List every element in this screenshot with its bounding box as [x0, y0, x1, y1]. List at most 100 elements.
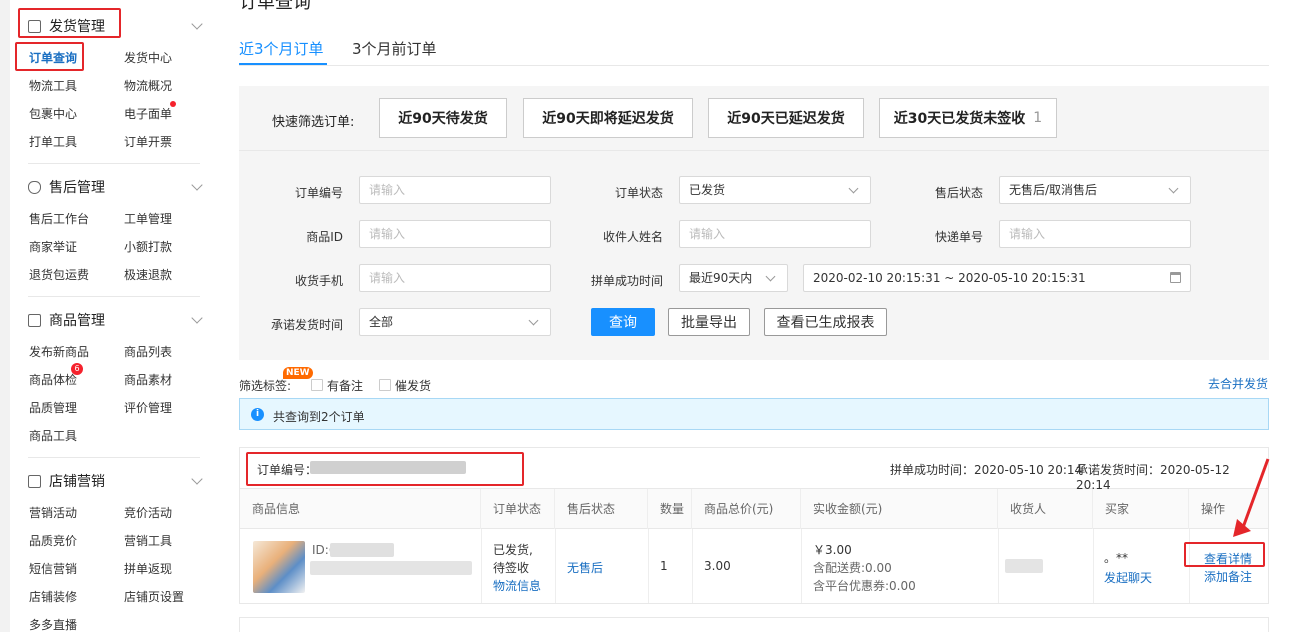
sidebar-item-goods-tools[interactable]: 商品工具 — [29, 427, 77, 444]
sidebar-item-invoice[interactable]: 订单开票 — [124, 133, 172, 150]
quick-filter-about-to-delay[interactable]: 近90天即将延迟发货 — [523, 98, 693, 138]
section-aftersale-header[interactable]: 售后管理 — [28, 175, 105, 199]
sidebar-item-small-payment[interactable]: 小额打款 — [124, 238, 172, 255]
redacted-goods-name — [310, 561, 472, 575]
product-thumbnail[interactable] — [253, 541, 305, 593]
order-status-select[interactable]: 已发货 — [679, 176, 871, 204]
receiver-name-label: 收件人姓名 — [602, 230, 663, 244]
urge-shipment-checkbox[interactable] — [379, 379, 391, 391]
result-count-text: 共查询到2个订单 — [273, 410, 365, 424]
sidebar-item-bidding-activities[interactable]: 竞价活动 — [124, 504, 172, 521]
sidebar-item-live-stream[interactable]: 多多直播 — [29, 616, 77, 632]
section-goods-header[interactable]: 商品管理 — [28, 308, 105, 332]
col-order-status: 订单状态 — [481, 489, 555, 529]
sidebar-item-marketing-activities[interactable]: 营销活动 — [29, 504, 77, 521]
tab-older-than-3-months[interactable]: 3个月前订单 — [352, 38, 437, 59]
shield-icon — [28, 180, 41, 194]
batch-export-button[interactable]: 批量导出 — [668, 308, 750, 336]
sidebar-item-publish-goods[interactable]: 发布新商品 — [29, 343, 89, 360]
urge-shipment-label[interactable]: 催发货 — [395, 377, 431, 394]
query-button[interactable]: 查询 — [591, 308, 655, 336]
merge-shipment-link[interactable]: 去合并发货 — [1208, 375, 1268, 392]
filter-tags-label: 筛选标签: — [239, 379, 292, 393]
total-price-value: 3.00 — [704, 559, 731, 573]
chevron-down-icon[interactable] — [191, 18, 203, 30]
quick-filter-pending-shipment[interactable]: 近90天待发货 — [379, 98, 507, 138]
col-after-sale-status: 售后状态 — [555, 489, 648, 529]
order-status-line1: 已发货, — [493, 543, 533, 557]
sidebar-item-logistics-tools[interactable]: 物流工具 — [29, 77, 77, 94]
sidebar-item-quality-bidding[interactable]: 品质竞价 — [29, 532, 77, 549]
sidebar-item-quality-management[interactable]: 品质管理 — [29, 399, 77, 416]
start-chat-link[interactable]: 发起聊天 — [1104, 569, 1152, 586]
sidebar-item-goods-material[interactable]: 商品素材 — [124, 371, 172, 388]
sidebar-item-store-page-settings[interactable]: 店铺页设置 — [124, 588, 184, 605]
coupon-value: 含平台优惠券:0.00 — [813, 579, 916, 593]
has-note-checkbox[interactable] — [311, 379, 323, 391]
goods-id-input[interactable]: 请输入 — [359, 220, 551, 248]
annotation-box — [18, 8, 121, 38]
phone-input[interactable]: 请输入 — [359, 264, 551, 292]
view-reports-button[interactable]: 查看已生成报表 — [764, 308, 887, 336]
sidebar-item-fast-refund[interactable]: 极速退款 — [124, 266, 172, 283]
count-badge: 6 — [71, 363, 83, 375]
new-badge: NEW — [283, 367, 313, 379]
order-no-input[interactable]: 请输入 — [359, 176, 551, 204]
sidebar-item-aftersale-desk[interactable]: 售后工作台 — [29, 210, 89, 227]
sidebar-item-merchant-evidence[interactable]: 商家举证 — [29, 238, 77, 255]
panel-divider — [239, 150, 1269, 151]
annotation-box — [15, 42, 84, 71]
main-content: 订单查询 近3个月订单 3个月前订单 快速筛选订单: 近90天待发货 近90天即… — [219, 0, 1299, 632]
divider — [28, 163, 200, 164]
after-sale-status-label: 售后状态 — [934, 186, 983, 200]
sidebar-item-e-waybill[interactable]: 电子面单 — [124, 105, 172, 122]
after-sale-status-link[interactable]: 无售后 — [567, 559, 603, 576]
col-paid-amount: 实收金额(元) — [801, 489, 998, 529]
sidebar-item-review-management[interactable]: 评价管理 — [124, 399, 172, 416]
sidebar-item-print-tools[interactable]: 打单工具 — [29, 133, 77, 150]
sidebar-item-package-center[interactable]: 包裹中心 — [29, 105, 77, 122]
promise-time-select[interactable]: 全部 — [359, 308, 551, 336]
sidebar-item-group-cashback[interactable]: 拼单返现 — [124, 560, 172, 577]
divider — [28, 296, 200, 297]
sidebar-item-return-freight[interactable]: 退货包运费 — [29, 266, 89, 283]
sidebar-item-sms-marketing[interactable]: 短信营销 — [29, 560, 77, 577]
table-row: ID:6 已发货, 待签收 物流信息 无售后 1 3.00 ￥3.00 含配送费… — [240, 529, 1268, 603]
sidebar-item-goods-check[interactable]: 商品体检 — [29, 371, 77, 388]
tab-recent-3-months[interactable]: 近3个月订单 — [239, 38, 324, 59]
order-no-label: 订单编号 — [294, 186, 343, 200]
goods-id-label: 商品ID — [306, 230, 343, 244]
shipping-fee-value: 含配送费:0.00 — [813, 561, 892, 575]
after-sale-status-select[interactable]: 无售后/取消售后 — [999, 176, 1191, 204]
sidebar-item-marketing-tools[interactable]: 营销工具 — [124, 532, 172, 549]
redacted-receiver — [1005, 559, 1043, 573]
chevron-down-icon[interactable] — [191, 179, 203, 191]
date-range-picker[interactable]: 2020-02-10 20:15:31 ~ 2020-05-10 20:15:3… — [803, 264, 1191, 292]
page-title: 订单查询 — [239, 0, 311, 13]
logistics-info-link[interactable]: 物流信息 — [493, 577, 541, 594]
sidebar-item-goods-list[interactable]: 商品列表 — [124, 343, 172, 360]
express-no-input[interactable]: 请输入 — [999, 220, 1191, 248]
annotation-box — [1184, 542, 1265, 567]
next-order-card — [239, 617, 1269, 632]
chevron-down-icon[interactable] — [191, 312, 203, 324]
col-buyer: 买家 — [1093, 489, 1189, 529]
tab-divider — [239, 65, 1269, 66]
quick-filter-shipped-unsigned[interactable]: 近30天已发货未签收 1 — [879, 98, 1057, 138]
calendar-icon[interactable] — [1170, 272, 1181, 283]
quick-filter-delayed[interactable]: 近90天已延迟发货 — [708, 98, 864, 138]
has-note-label[interactable]: 有备注 — [327, 377, 363, 394]
sidebar-item-ticket-management[interactable]: 工单管理 — [124, 210, 172, 227]
sidebar-item-shipping-center[interactable]: 发货中心 — [124, 49, 172, 66]
section-marketing-header[interactable]: 店铺营销 — [28, 469, 105, 493]
add-note-link[interactable]: 添加备注 — [1204, 568, 1252, 585]
info-icon: i — [251, 408, 264, 421]
receiver-name-input[interactable]: 请输入 — [679, 220, 871, 248]
sidebar-item-store-decoration[interactable]: 店铺装修 — [29, 588, 77, 605]
store-icon — [28, 474, 41, 488]
result-info-bar: i 共查询到2个订单 — [239, 398, 1269, 430]
sidebar-item-logistics-overview[interactable]: 物流概况 — [124, 77, 172, 94]
phone-label: 收货手机 — [294, 274, 343, 288]
chevron-down-icon[interactable] — [191, 473, 203, 485]
col-quantity: 数量 — [648, 489, 692, 529]
